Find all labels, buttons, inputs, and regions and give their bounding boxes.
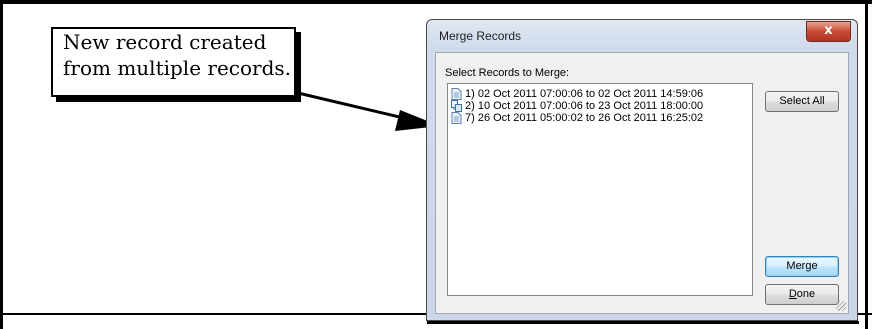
- merge-button[interactable]: Merge: [765, 256, 839, 277]
- resize-grip[interactable]: [836, 301, 846, 311]
- done-button[interactable]: Done: [765, 284, 839, 305]
- record-text: 1) 02 Oct 2011 07:00:06 to 02 Oct 2011 1…: [465, 88, 704, 100]
- merged-documents-icon: [451, 100, 462, 112]
- document-icon: [451, 88, 462, 100]
- records-list-label: Select Records to Merge:: [445, 67, 570, 79]
- record-text: 2) 10 Oct 2011 07:00:06 to 23 Oct 2011 1…: [465, 100, 704, 112]
- records-list[interactable]: 1) 02 Oct 2011 07:00:06 to 02 Oct 2011 1…: [447, 83, 753, 296]
- record-text: 7) 26 Oct 2011 05:00:02 to 26 Oct 2011 1…: [465, 112, 704, 124]
- select-all-button[interactable]: Select All: [765, 91, 839, 112]
- document-icon: [451, 112, 462, 124]
- done-label: one: [796, 288, 816, 300]
- dialog-title: Merge Records: [439, 29, 522, 43]
- done-accelerator: D: [788, 288, 797, 300]
- dialog-client-area: Select Records to Merge: 1) 02 Oct 2011 …: [435, 52, 849, 314]
- close-button[interactable]: x: [806, 21, 851, 42]
- merge-records-dialog: Merge Records x Select Records to Merge:…: [426, 19, 859, 324]
